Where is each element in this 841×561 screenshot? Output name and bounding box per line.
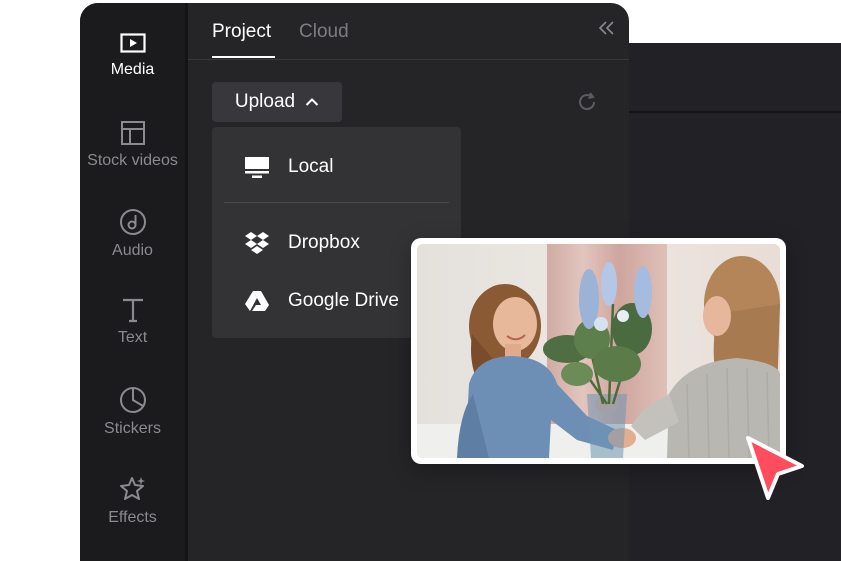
audio-icon	[119, 209, 146, 235]
panel-divider	[600, 111, 841, 113]
tab-cloud[interactable]: Cloud	[299, 21, 349, 43]
sidebar: Media Stock videos Audio Text Stickers E…	[80, 3, 188, 561]
chevron-up-icon	[305, 98, 319, 106]
collapse-panel-icon[interactable]	[597, 19, 615, 37]
menu-item-label: Dropbox	[288, 232, 360, 253]
upload-button-label: Upload	[234, 91, 296, 112]
sidebar-item-audio[interactable]: Audio	[80, 208, 185, 260]
sidebar-item-effects[interactable]: Effects	[80, 475, 185, 527]
sidebar-item-label: Text	[117, 329, 148, 346]
text-icon	[122, 298, 143, 323]
media-preview-card[interactable]	[411, 238, 786, 464]
dropbox-icon	[245, 232, 269, 254]
refresh-icon[interactable]	[576, 91, 598, 113]
media-icon	[119, 33, 146, 53]
sidebar-item-label: Audio	[112, 242, 153, 259]
sidebar-item-stickers[interactable]: Stickers	[80, 386, 185, 438]
effects-icon	[119, 477, 145, 500]
menu-item-local[interactable]: Local	[212, 147, 461, 187]
monitor-icon	[245, 157, 269, 178]
menu-divider	[224, 202, 449, 203]
preview-photo	[417, 244, 780, 458]
sidebar-item-label: Stock videos	[87, 152, 178, 169]
google-drive-icon	[245, 291, 269, 311]
active-tab-indicator	[212, 56, 275, 58]
sidebar-item-label: Media	[110, 61, 155, 78]
sidebar-item-text[interactable]: Text	[80, 297, 185, 347]
sidebar-item-label: Effects	[108, 509, 157, 526]
menu-item-label: Google Drive	[288, 290, 399, 311]
panel-tabs: Project Cloud	[188, 3, 629, 60]
sidebar-item-stock-videos[interactable]: Stock videos	[80, 120, 185, 170]
stock-videos-icon	[120, 121, 145, 145]
menu-item-label: Local	[288, 156, 334, 177]
tab-project[interactable]: Project	[212, 21, 271, 43]
stickers-icon	[119, 387, 146, 413]
sidebar-item-media[interactable]: Media	[80, 33, 185, 79]
sidebar-item-label: Stickers	[104, 420, 161, 437]
upload-button[interactable]: Upload	[212, 82, 342, 122]
pointer-cursor-icon	[746, 436, 804, 500]
